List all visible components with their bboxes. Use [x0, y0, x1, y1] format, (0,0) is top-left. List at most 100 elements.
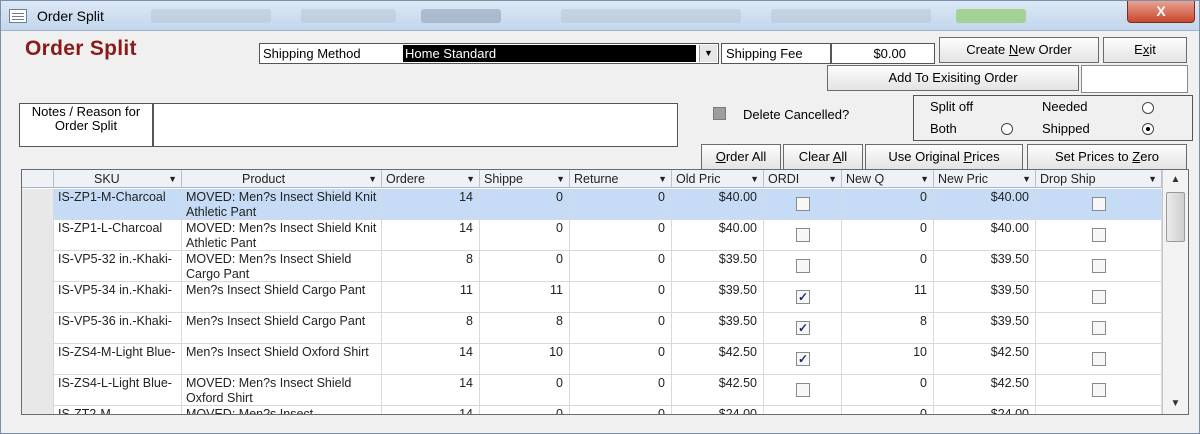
cell-new-price[interactable]: $40.00 [934, 189, 1036, 220]
record-selector[interactable] [22, 189, 54, 220]
column-header-ordered[interactable]: Ordere ▼ [382, 170, 480, 188]
cell-ordered[interactable]: 14 [382, 220, 480, 251]
close-button[interactable]: X [1127, 1, 1195, 23]
table-row[interactable]: IS-ZP1-L-Charcoal MOVED: Men?s Insect Shi… [22, 220, 1162, 251]
drop-ship-checkbox[interactable] [1092, 321, 1106, 335]
column-header-shipped[interactable]: Shippe ▼ [480, 170, 570, 188]
scroll-up-icon[interactable]: ▲ [1166, 172, 1185, 188]
cell-ordered[interactable]: 14 [382, 406, 480, 414]
cell-sku[interactable]: IS-ZP1-L-Charcoal [54, 220, 182, 251]
vertical-scrollbar[interactable]: ▲ ▼ [1162, 170, 1188, 414]
cell-new-price[interactable]: $24.00 [934, 406, 1036, 414]
ordi-checkbox[interactable]: ✓ [796, 290, 810, 304]
drop-ship-checkbox[interactable] [1092, 259, 1106, 273]
cell-new-qty[interactable]: 10 [842, 344, 934, 375]
cell-sku[interactable]: IS-VP5-36 in.-Khaki- [54, 313, 182, 344]
cell-product[interactable]: Men?s Insect Shield Cargo Pant [182, 282, 382, 313]
column-header-drop-ship[interactable]: Drop Ship ▼ [1036, 170, 1162, 188]
both-radio[interactable] [1001, 123, 1013, 135]
ordi-checkbox[interactable] [796, 228, 810, 242]
record-selector[interactable] [22, 406, 54, 414]
set-prices-to-zero-button[interactable]: Set Prices to Zero [1027, 144, 1187, 170]
sort-arrow-icon[interactable]: ▼ [1022, 170, 1031, 188]
cell-ordi[interactable]: ✓ [764, 313, 842, 344]
cell-shipped[interactable]: 0 [480, 375, 570, 406]
cell-new-price[interactable]: $39.50 [934, 251, 1036, 282]
column-header-product[interactable]: Product ▼ [182, 170, 382, 188]
cell-ordered[interactable]: 14 [382, 375, 480, 406]
cell-product[interactable]: MOVED: Men?s Insect [182, 406, 382, 414]
sort-arrow-icon[interactable]: ▼ [920, 170, 929, 188]
record-selector[interactable] [22, 251, 54, 282]
cell-old-price[interactable]: $42.50 [672, 375, 764, 406]
cell-old-price[interactable]: $39.50 [672, 282, 764, 313]
table-row[interactable]: IS-ZT2-M- MOVED: Men?s Insect 14 0 0 $24.00 0 $… [22, 406, 1162, 415]
cell-ordered[interactable]: 8 [382, 251, 480, 282]
sort-arrow-icon[interactable]: ▼ [466, 170, 475, 188]
cell-sku[interactable]: IS-ZS4-L-Light Blue- [54, 375, 182, 406]
cell-ordi[interactable] [764, 406, 842, 415]
cell-drop-ship[interactable] [1036, 375, 1162, 406]
cell-new-price[interactable]: $42.50 [934, 375, 1036, 406]
record-selector[interactable] [22, 344, 54, 375]
cell-shipped[interactable]: 0 [480, 251, 570, 282]
cell-new-price[interactable]: $42.50 [934, 344, 1036, 375]
cell-ordered[interactable]: 8 [382, 313, 480, 344]
cell-shipped[interactable]: 11 [480, 282, 570, 313]
cell-new-qty[interactable]: 11 [842, 282, 934, 313]
notes-field[interactable] [153, 103, 678, 147]
ordi-checkbox[interactable] [796, 259, 810, 273]
table-row[interactable]: IS-VP5-32 in.-Khaki- MOVED: Men?s Insect … [22, 251, 1162, 282]
cell-ordi[interactable] [764, 375, 842, 406]
sort-arrow-icon[interactable]: ▼ [828, 170, 837, 188]
drop-ship-checkbox[interactable] [1092, 228, 1106, 242]
cell-old-price[interactable]: $39.50 [672, 313, 764, 344]
table-row[interactable]: IS-ZS4-L-Light Blue- MOVED: Men?s Insect … [22, 375, 1162, 406]
cell-ordered[interactable]: 11 [382, 282, 480, 313]
drop-ship-checkbox[interactable] [1092, 290, 1106, 304]
cell-returned[interactable]: 0 [570, 251, 672, 282]
cell-sku[interactable]: IS-ZS4-M-Light Blue- [54, 344, 182, 375]
dropdown-arrow-icon[interactable]: ▼ [699, 45, 717, 62]
column-header-old-price[interactable]: Old Pric ▼ [672, 170, 764, 188]
cell-returned[interactable]: 0 [570, 375, 672, 406]
cell-product[interactable]: Men?s Insect Shield Oxford Shirt [182, 344, 382, 375]
sort-arrow-icon[interactable]: ▼ [658, 170, 667, 188]
sort-arrow-icon[interactable]: ▼ [368, 170, 377, 188]
cell-new-qty[interactable]: 0 [842, 406, 934, 414]
table-row[interactable]: IS-VP5-36 in.-Khaki- Men?s Insect Shield … [22, 313, 1162, 344]
column-header-ordi[interactable]: ORDI ▼ [764, 170, 842, 188]
cell-drop-ship[interactable] [1036, 406, 1162, 414]
cell-returned[interactable]: 0 [570, 189, 672, 220]
cell-drop-ship[interactable] [1036, 282, 1162, 313]
cell-product[interactable]: MOVED: Men?s Insect Shield Knit Athletic… [182, 189, 382, 220]
cell-shipped[interactable]: 10 [480, 344, 570, 375]
ordi-checkbox[interactable] [796, 414, 810, 415]
cell-sku[interactable]: IS-ZT2-M- [54, 406, 182, 414]
create-new-order-button[interactable]: Create New Order [939, 37, 1099, 63]
cell-ordi[interactable] [764, 220, 842, 251]
record-selector[interactable] [22, 375, 54, 406]
clear-all-button[interactable]: Clear All [783, 144, 863, 170]
cell-old-price[interactable]: $40.00 [672, 220, 764, 251]
sort-arrow-icon[interactable]: ▼ [168, 170, 177, 188]
cell-ordi[interactable]: ✓ [764, 282, 842, 313]
cell-new-price[interactable]: $39.50 [934, 313, 1036, 344]
cell-drop-ship[interactable] [1036, 251, 1162, 282]
record-selector[interactable] [22, 313, 54, 344]
cell-sku[interactable]: IS-ZP1-M-Charcoal [54, 189, 182, 220]
cell-new-qty[interactable]: 0 [842, 375, 934, 406]
use-original-prices-button[interactable]: Use Original Prices [865, 144, 1023, 170]
cell-shipped[interactable]: 0 [480, 406, 570, 414]
cell-new-price[interactable]: $39.50 [934, 282, 1036, 313]
cell-product[interactable]: MOVED: Men?s Insect Shield Knit Athletic… [182, 220, 382, 251]
cell-sku[interactable]: IS-VP5-34 in.-Khaki- [54, 282, 182, 313]
cell-product[interactable]: MOVED: Men?s Insect Shield Oxford Shirt [182, 375, 382, 406]
drop-ship-checkbox[interactable] [1092, 383, 1106, 397]
cell-shipped[interactable]: 0 [480, 220, 570, 251]
column-header-new-qty[interactable]: New Q ▼ [842, 170, 934, 188]
cell-drop-ship[interactable] [1036, 313, 1162, 344]
delete-cancelled-checkbox[interactable] [713, 107, 726, 120]
cell-new-price[interactable]: $40.00 [934, 220, 1036, 251]
cell-old-price[interactable]: $40.00 [672, 189, 764, 220]
